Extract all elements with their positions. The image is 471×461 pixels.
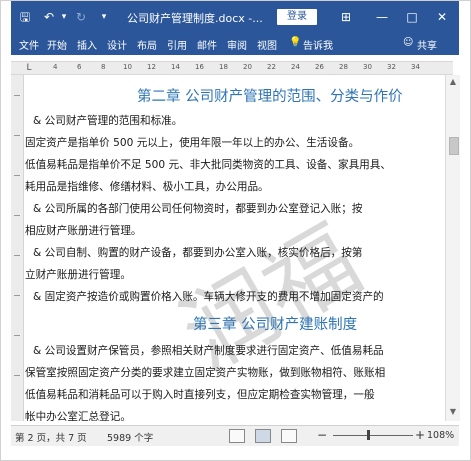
ruler-tick: 4 — [53, 63, 58, 71]
horizontal-ruler[interactable]: L 4 6 8 10 12 14 16 18 20 22 24 26 28 30… — [11, 61, 453, 75]
zoom-slider[interactable] — [333, 435, 413, 436]
paragraph-line: 耗用品是指维修、修缮材料、极小工具，办公用品。 — [25, 181, 269, 193]
zoom-slider-thumb[interactable] — [367, 430, 370, 440]
paragraph-line: & 公司设置财产保管员，参照相关财产制度要求进行固定资产、低值易耗品 — [33, 345, 384, 357]
page-count[interactable]: 第 2 页，共 7 页 — [15, 430, 87, 444]
title-bar: 🖫 ↶ ▾ ↻ ▾ 公司财产管理制度.docx -... 登录 ⊞ — □ ✕ — [11, 1, 459, 33]
scroll-thumb[interactable] — [449, 137, 459, 155]
tab-design[interactable]: 设计 — [107, 37, 127, 52]
paragraph-line: 低值易耗品是指单价不足 500 元、非大批同类物资的工具、设备、家具用具、 — [25, 159, 391, 171]
ruler-tick: 32 — [387, 63, 396, 71]
ruler-tick: 34 — [411, 63, 420, 71]
ruler-tick: 26 — [315, 63, 324, 71]
paragraph-line: & 公司所属的各部门使用公司任何物资时，都要到办公室登记入账；按 — [33, 203, 363, 215]
ruler-tick: 18 — [219, 63, 228, 71]
read-mode-icon[interactable] — [229, 429, 245, 443]
tell-me-box[interactable]: 告诉我 — [303, 37, 333, 52]
paragraph-line: & 公司自制、购置的财产设备，都要到办公室入账，核实价格后，按第 — [33, 247, 363, 259]
login-button[interactable]: 登录 — [277, 9, 317, 25]
tab-layout[interactable]: 布局 — [137, 37, 157, 52]
paragraph-line: 相应财产账册进行管理。 — [25, 225, 142, 237]
paragraph-line: 低值易耗品和消耗品可以于购入时直接列支，但应定期检查实物管理，一般 — [25, 389, 375, 401]
zoom-in-button[interactable]: + — [415, 428, 425, 442]
ruler-tick: 30 — [363, 63, 372, 71]
zoom-level[interactable]: 108% — [427, 430, 454, 441]
lightbulb-icon: 💡 — [289, 37, 302, 48]
maximize-icon[interactable]: □ — [399, 7, 425, 27]
ruler-tick: 22 — [267, 63, 276, 71]
scroll-up-icon[interactable]: ▲ — [448, 77, 458, 87]
tab-review[interactable]: 审阅 — [227, 37, 247, 52]
vertical-ruler-tick — [14, 375, 20, 376]
paragraph-line: 立财产账册进行管理。 — [25, 269, 131, 281]
vertical-ruler-tick — [14, 135, 20, 136]
tab-insert[interactable]: 插入 — [77, 37, 97, 52]
vertical-ruler-tick — [14, 95, 20, 96]
undo-dropdown-icon[interactable]: ▾ — [59, 9, 69, 25]
paragraph-line: 固定资产是指单价 500 元以上，使用年限一年以上的办公、生活设备。 — [25, 137, 360, 149]
tab-mailings[interactable]: 邮件 — [197, 37, 217, 52]
tab-references[interactable]: 引用 — [167, 37, 187, 52]
tab-file[interactable]: 文件 — [19, 37, 39, 52]
vertical-ruler-tick — [14, 335, 20, 336]
tab-view[interactable]: 视图 — [257, 37, 277, 52]
document-page[interactable]: 润福 第二章 公司财产管理的范围、分类与作价 & 公司财产管理的范围和标准。 固… — [25, 75, 443, 421]
tab-home[interactable]: 开始 — [47, 37, 67, 52]
vertical-ruler-tick — [14, 175, 20, 176]
status-bar: 第 2 页，共 7 页 5989 个字 − + 108% — [11, 425, 459, 446]
ruler-tick: 20 — [243, 63, 252, 71]
ruler-tick: 8 — [101, 63, 106, 71]
person-icon: ☺ — [403, 37, 414, 48]
ruler-tick: 14 — [171, 63, 180, 71]
undo-icon[interactable]: ↶ — [41, 9, 57, 25]
vertical-ruler-tick — [14, 295, 20, 296]
word-window: 🖫 ↶ ▾ ↻ ▾ 公司财产管理制度.docx -... 登录 ⊞ — □ ✕ … — [0, 0, 471, 461]
chapter-heading: 第三章 公司财产建账制度 — [193, 317, 358, 333]
tab-stop-selector[interactable]: L — [23, 62, 35, 74]
share-button[interactable]: 共享 — [417, 37, 437, 52]
ruler-tick: 6 — [77, 63, 82, 71]
paragraph-line: & 公司财产管理的范围和标准。 — [33, 115, 183, 127]
customize-icon[interactable]: ▾ — [97, 9, 111, 25]
window-title: 公司财产管理制度.docx -... — [127, 12, 263, 25]
chapter-heading: 第二章 公司财产管理的范围、分类与作价 — [137, 89, 403, 105]
save-icon[interactable]: 🖫 — [17, 9, 33, 25]
web-layout-icon[interactable] — [281, 429, 297, 443]
close-icon[interactable]: ✕ — [429, 7, 455, 27]
ruler-tick: 24 — [291, 63, 300, 71]
ruler-tick: 12 — [147, 63, 156, 71]
ruler-tick: 10 — [123, 63, 132, 71]
print-layout-icon[interactable] — [255, 429, 271, 443]
vertical-ruler-tick — [14, 255, 20, 256]
vertical-ruler-tick — [14, 215, 20, 216]
ruler-tick: 16 — [195, 63, 204, 71]
paragraph-line: 保管室按照固定资产分类的要求建立固定资产实物账，做到账物相符、账账相 — [25, 367, 386, 379]
redo-icon[interactable]: ↻ — [73, 9, 89, 25]
paragraph-line: & 固定资产按造价或购置价格入账。车辆大修开支的费用不增加固定资产的 — [33, 291, 384, 303]
minimize-icon[interactable]: — — [369, 7, 395, 27]
scroll-down-icon[interactable]: ▼ — [448, 407, 458, 417]
word-count[interactable]: 5989 个字 — [107, 430, 153, 444]
ribbon-display-icon[interactable]: ⊞ — [333, 7, 359, 27]
ribbon-tabs: 文件 开始 插入 设计 布局 引用 邮件 审阅 视图 💡 告诉我 ☺ 共享 — [11, 33, 459, 55]
vertical-ruler[interactable] — [11, 75, 24, 421]
paragraph-line: 帐中办公室汇总登记。 — [25, 411, 131, 421]
zoom-out-button[interactable]: − — [317, 428, 327, 442]
vertical-scrollbar[interactable]: ▲ ▼ — [445, 75, 460, 421]
ruler-tick: 28 — [339, 63, 348, 71]
